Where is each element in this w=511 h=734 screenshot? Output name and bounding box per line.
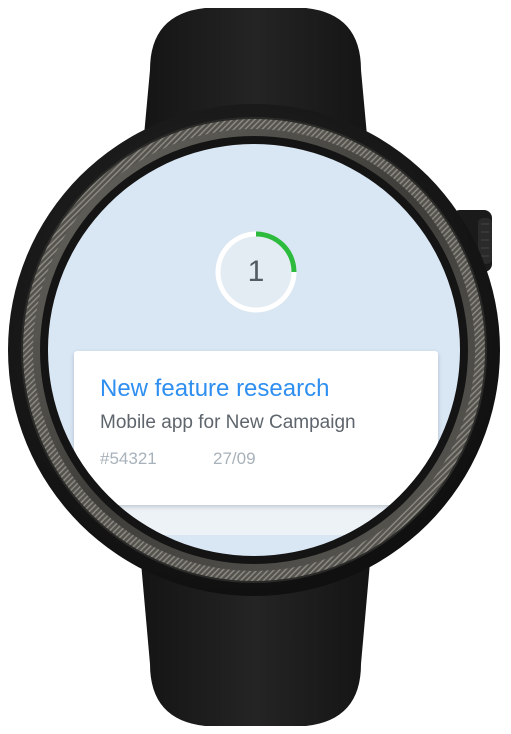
task-card[interactable]: New feature research Mobile app for New …: [74, 351, 438, 505]
task-id: #54321: [100, 449, 157, 468]
progress-ring: 1: [213, 229, 299, 315]
smartwatch-frame: 1 New feature research Mobile app for Ne…: [0, 0, 511, 734]
task-title: New feature research: [100, 375, 330, 402]
progress-count: 1: [247, 255, 265, 288]
task-date: 27/09: [213, 449, 256, 468]
task-subtitle: Mobile app for New Campaign: [100, 412, 356, 433]
watch-screen: 1 New feature research Mobile app for Ne…: [48, 144, 460, 556]
next-card-peek[interactable]: [78, 504, 434, 535]
